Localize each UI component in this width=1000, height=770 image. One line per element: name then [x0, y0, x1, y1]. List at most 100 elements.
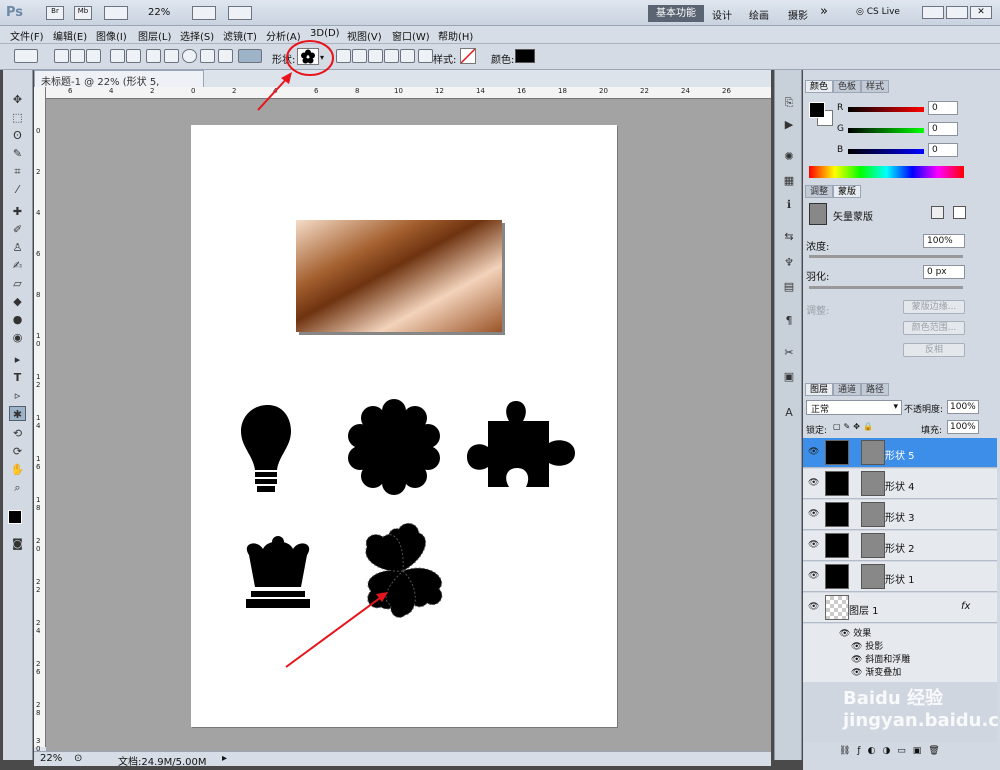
quick-selection-icon[interactable]: ✎	[9, 146, 26, 161]
color-spectrum[interactable]	[809, 166, 964, 178]
eye-icon[interactable]: 👁	[808, 602, 819, 612]
fill-value[interactable]: 100%	[947, 420, 979, 434]
layer-name[interactable]: 形状 2	[885, 540, 915, 555]
arrange-docs-icon[interactable]	[192, 6, 216, 20]
paint-bucket-icon[interactable]: ◆	[9, 294, 26, 309]
effect-gradient-overlay[interactable]: 👁 渐变叠加	[851, 665, 901, 678]
color-range-button[interactable]: 颜色范围...	[903, 321, 965, 335]
bridge-icon[interactable]: Br	[46, 6, 64, 20]
shape-picker-chevron-down-icon[interactable]: ▾	[320, 53, 324, 62]
tool-preset-icon[interactable]	[14, 49, 38, 63]
effect-drop-shadow[interactable]: 👁 投影	[851, 639, 883, 652]
lasso-tool-icon[interactable]: ʘ	[9, 128, 26, 143]
fill-pixels-mode-icon[interactable]	[86, 49, 101, 63]
workspace-painting-button[interactable]: 绘画	[749, 7, 769, 22]
custom-shape-tool-active-icon[interactable]: ✱	[9, 406, 26, 421]
tab-styles[interactable]: 样式	[861, 80, 890, 93]
blur-tool-icon[interactable]: ●	[9, 312, 26, 327]
menu-select[interactable]: 选择(S)	[180, 28, 214, 43]
polygon-tool-icon[interactable]	[200, 49, 215, 63]
opacity-value[interactable]: 100%	[947, 400, 979, 414]
freeform-pen-icon[interactable]	[126, 49, 141, 63]
invert-button[interactable]: 反相	[903, 343, 965, 357]
zoom-level[interactable]: 22%	[148, 7, 170, 18]
3d-rotate-icon[interactable]: ⟲	[9, 426, 26, 441]
foreground-color-swatch[interactable]	[8, 510, 22, 524]
color-foreground[interactable]	[809, 102, 825, 118]
ellipse-tool-icon[interactable]	[182, 49, 197, 63]
menu-3d[interactable]: 3D(D)	[310, 28, 340, 39]
subtract-shape-icon[interactable]	[368, 49, 383, 63]
eye-icon[interactable]: 👁	[808, 509, 819, 519]
color-swatch[interactable]	[515, 49, 535, 63]
dodge-tool-icon[interactable]: ◉	[9, 330, 26, 345]
eye-icon[interactable]: 👁	[808, 540, 819, 550]
rounded-rectangle-tool-icon[interactable]	[164, 49, 179, 63]
tab-swatches[interactable]: 色板	[833, 80, 862, 93]
crop-tool-icon[interactable]: ⌗	[9, 164, 26, 179]
fx-icon[interactable]: fx	[961, 601, 970, 612]
zoom-tool-icon[interactable]: ⌕	[9, 480, 26, 495]
eye-icon[interactable]: 👁	[808, 447, 819, 457]
hand-tool-icon[interactable]: ✋	[9, 462, 26, 477]
navigator-icon[interactable]: ⇆	[781, 230, 797, 244]
close-button[interactable]: ✕	[970, 6, 992, 19]
screen-mode-icon[interactable]	[228, 6, 252, 20]
tab-channels[interactable]: 通道	[833, 383, 862, 396]
shape-layers-mode-icon[interactable]	[54, 49, 69, 63]
status-menu-arrow-icon[interactable]: ▸	[222, 753, 227, 764]
tab-masks[interactable]: 蒙版	[833, 185, 862, 198]
shape-picker[interactable]	[297, 48, 319, 65]
blue-slider[interactable]	[848, 149, 924, 154]
green-value[interactable]: 0	[928, 122, 958, 136]
intersect-shape-icon[interactable]	[384, 49, 399, 63]
effect-bevel-emboss[interactable]: 👁 斜面和浮雕	[851, 652, 910, 665]
quick-mask-icon[interactable]: ◙	[9, 536, 26, 551]
menu-file[interactable]: 文件(F)	[10, 28, 44, 43]
rectangle-tool-icon[interactable]	[146, 49, 161, 63]
custom-shape-tool-icon[interactable]	[238, 49, 262, 63]
layers-footer-icons[interactable]: ⛓ƒ◐◑▭▣🗑	[803, 746, 997, 762]
layer-row-shape2[interactable]: 👁 形状 2	[803, 531, 997, 561]
mask-edge-button[interactable]: 蒙版边缘...	[903, 300, 965, 314]
actions-icon[interactable]: ▶	[781, 118, 797, 132]
brushes-icon[interactable]: ✺	[781, 150, 797, 164]
layer-name[interactable]: 图层 1	[849, 602, 879, 617]
eye-icon[interactable]: 👁	[808, 571, 819, 581]
status-info-icon[interactable]: ⊙	[74, 753, 82, 764]
menu-layer[interactable]: 图层(L)	[138, 28, 171, 43]
density-slider[interactable]	[809, 255, 963, 258]
density-value[interactable]: 100%	[923, 234, 965, 248]
document-tab[interactable]: 未标题-1 @ 22% (形状 5, RGB/8) * ✕	[34, 70, 204, 99]
layer-row-shape4[interactable]: 👁 形状 4	[803, 469, 997, 499]
minimize-button[interactable]	[922, 6, 944, 19]
pixel-mask-icon[interactable]	[931, 206, 944, 219]
menu-help[interactable]: 帮助(H)	[438, 28, 473, 43]
info-icon[interactable]: ℹ	[781, 198, 797, 212]
layer-row-layer1[interactable]: 👁 图层 1 fx	[803, 593, 997, 623]
maximize-button[interactable]	[946, 6, 968, 19]
status-zoom[interactable]: 22%	[40, 753, 62, 764]
cs-live-button[interactable]: ◎ CS Live	[856, 7, 900, 17]
tools-preset-icon[interactable]: ✂	[781, 346, 797, 360]
eye-icon[interactable]: 👁	[808, 478, 819, 488]
menu-image[interactable]: 图像(I)	[96, 28, 127, 43]
character-icon[interactable]: A	[781, 406, 797, 420]
line-tool-icon[interactable]	[218, 49, 233, 63]
layer-row-shape3[interactable]: 👁 形状 3	[803, 500, 997, 530]
menu-edit[interactable]: 编辑(E)	[53, 28, 87, 43]
more-workspaces-icon[interactable]: »	[820, 4, 828, 19]
tab-color[interactable]: 颜色	[805, 80, 834, 93]
view-extras-icon[interactable]	[104, 6, 128, 20]
new-layer-combine-icon[interactable]	[336, 49, 351, 63]
lock-icons[interactable]: ▢✎✥🔒	[833, 422, 893, 434]
layer-row-shape5[interactable]: 👁 形状 5	[803, 438, 997, 468]
3d-panel-icon[interactable]: ♆	[781, 256, 797, 270]
history-icon[interactable]: ⎘	[781, 96, 797, 110]
exclude-shape-icon[interactable]	[400, 49, 415, 63]
feather-value[interactable]: 0 px	[923, 265, 965, 279]
menu-filter[interactable]: 滤镜(T)	[223, 28, 257, 43]
style-picker[interactable]	[460, 48, 476, 64]
layer-name[interactable]: 形状 5	[885, 447, 915, 462]
clone-stamp-icon[interactable]: ♙	[9, 240, 26, 255]
